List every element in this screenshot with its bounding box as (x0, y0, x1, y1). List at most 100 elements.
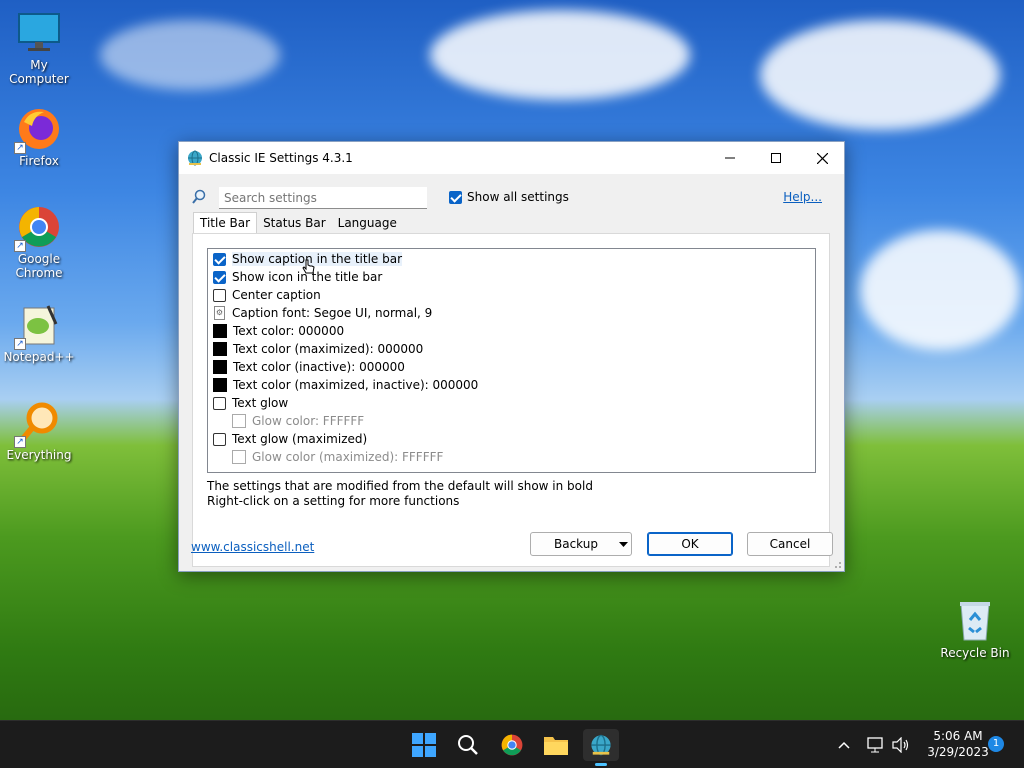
maximize-button[interactable] (753, 142, 799, 174)
clock-time: 5:06 AM (933, 729, 983, 743)
cloud (760, 20, 1000, 130)
desktop-icon-label: Everything (6, 448, 72, 462)
search-input[interactable] (219, 187, 427, 209)
title-bar-tab-panel: Show caption in the title bar Show icon … (192, 233, 830, 567)
setting-text-color-maximized[interactable]: Text color (maximized): 000000 (208, 340, 815, 358)
desktop-icon-my-computer[interactable]: My Computer (1, 10, 77, 86)
show-all-settings-label: Show all settings (467, 190, 569, 204)
color-swatch (213, 342, 227, 356)
checkbox-unchecked-icon[interactable] (213, 432, 226, 446)
minimize-button[interactable] (707, 142, 753, 174)
backup-button-label: Backup (554, 537, 598, 551)
taskbar-search-button[interactable] (452, 729, 484, 761)
volume-button[interactable] (888, 729, 914, 761)
help-link[interactable]: Help... (783, 190, 822, 204)
title-bar[interactable]: Classic IE Settings 4.3.1 (179, 142, 844, 174)
start-button[interactable] (408, 729, 440, 761)
speaker-icon (892, 737, 909, 753)
cancel-button[interactable]: Cancel (747, 532, 833, 556)
checkbox-checked-icon[interactable] (213, 270, 226, 284)
windows-logo-icon (412, 733, 436, 757)
shortcut-arrow-icon: ↗ (14, 240, 26, 252)
color-swatch (213, 360, 227, 374)
tab-strip: Title Bar Status Bar Language (193, 212, 403, 234)
search-icon (192, 189, 206, 204)
color-swatch-white (232, 414, 246, 428)
modified-settings-note: The settings that are modified from the … (207, 479, 593, 493)
settings-list[interactable]: Show caption in the title bar Show icon … (207, 248, 816, 473)
close-icon (816, 152, 828, 164)
setting-label: Text glow (232, 396, 289, 410)
chrome-icon: ↗ (14, 204, 62, 252)
dropdown-arrow-icon (619, 542, 628, 547)
shortcut-arrow-icon: ↗ (14, 338, 26, 350)
shortcut-arrow-icon: ↗ (14, 436, 26, 448)
active-app-indicator (595, 763, 607, 766)
ok-button[interactable]: OK (647, 532, 733, 556)
show-all-settings-checkbox[interactable]: Show all settings (449, 190, 569, 204)
cloud (100, 20, 280, 90)
network-button[interactable] (862, 729, 888, 761)
setting-glow-color-maximized[interactable]: Glow color (maximized): FFFFFF (208, 448, 815, 466)
setting-label: Text color (inactive): 000000 (233, 360, 405, 374)
setting-text-color[interactable]: Text color: 000000 (208, 322, 815, 340)
setting-text-color-inactive[interactable]: Text color (inactive): 000000 (208, 358, 815, 376)
color-swatch-white (232, 450, 246, 464)
desktop-icon-chrome[interactable]: ↗ Google Chrome (1, 204, 77, 280)
checkbox-checked-icon[interactable] (449, 190, 462, 204)
minimize-icon (725, 157, 735, 159)
chrome-icon (501, 734, 523, 756)
close-button[interactable] (799, 142, 845, 174)
desktop-icon-everything[interactable]: ↗ Everything (1, 400, 77, 462)
setting-center-caption[interactable]: Center caption (208, 286, 815, 304)
tab-status-bar[interactable]: Status Bar (257, 213, 332, 234)
magnifier-icon: ↗ (14, 400, 62, 448)
app-globe-icon (188, 150, 202, 166)
maximize-icon (771, 153, 781, 163)
desktop-icon-firefox[interactable]: ↗ Firefox (1, 106, 77, 168)
search-icon (458, 735, 478, 755)
setting-label: Text color (maximized, inactive): 000000 (233, 378, 479, 392)
desktop-icon-notepad-plus-plus[interactable]: ↗ Notepad++ (1, 302, 77, 364)
chevron-up-icon (838, 741, 850, 749)
taskbar-classic-ie-settings-button[interactable] (583, 729, 619, 766)
checkbox-unchecked-icon[interactable] (213, 396, 226, 410)
taskbar-chrome-button[interactable] (496, 729, 528, 761)
setting-text-color-maximized-inactive[interactable]: Text color (maximized, inactive): 000000 (208, 376, 815, 394)
setting-caption-font[interactable]: ⚙ Caption font: Segoe UI, normal, 9 (208, 304, 815, 322)
resize-grip-icon[interactable] (832, 559, 842, 569)
backup-button[interactable]: Backup (530, 532, 632, 556)
color-swatch (213, 324, 227, 338)
clock[interactable]: 5:06 AM 3/29/2023 (918, 729, 998, 759)
show-hidden-icons-button[interactable] (830, 729, 858, 761)
setting-label: Glow color (maximized): FFFFFF (252, 450, 444, 464)
color-swatch (213, 378, 227, 392)
tab-language[interactable]: Language (332, 213, 403, 234)
setting-glow-color[interactable]: Glow color: FFFFFF (208, 412, 815, 430)
tab-title-bar[interactable]: Title Bar (193, 212, 258, 234)
cancel-button-label: Cancel (769, 537, 811, 551)
desktop-icon-label: Notepad++ (3, 350, 75, 364)
firefox-icon: ↗ (14, 106, 62, 154)
setting-show-caption[interactable]: Show caption in the title bar (208, 250, 815, 268)
classicshell-website-link[interactable]: www.classicshell.net (191, 540, 314, 554)
setting-text-glow-maximized[interactable]: Text glow (maximized) (208, 430, 815, 448)
setting-show-icon[interactable]: Show icon in the title bar (208, 268, 815, 286)
setting-text-glow[interactable]: Text glow (208, 394, 815, 412)
right-click-note: Right-click on a setting for more functi… (207, 494, 460, 508)
network-icon (867, 737, 883, 753)
app-globe-icon (591, 734, 611, 756)
checkbox-unchecked-icon[interactable] (213, 288, 226, 302)
desktop-icon-recycle-bin[interactable]: Recycle Bin (937, 598, 1013, 660)
cloud (430, 10, 690, 100)
notification-badge[interactable]: 1 (988, 736, 1004, 752)
classic-ie-settings-window[interactable]: Classic IE Settings 4.3.1 Show all setti… (178, 141, 845, 572)
folder-icon (544, 737, 568, 755)
checkbox-checked-icon[interactable] (213, 252, 226, 266)
setting-label: Text color: 000000 (233, 324, 345, 338)
desktop-icon-label: Google Chrome (15, 252, 63, 280)
monitor-icon (16, 10, 62, 56)
taskbar-file-explorer-button[interactable] (540, 729, 572, 761)
taskbar: 5:06 AM 3/29/2023 (0, 720, 1024, 768)
setting-label: Show caption in the title bar (232, 252, 403, 266)
